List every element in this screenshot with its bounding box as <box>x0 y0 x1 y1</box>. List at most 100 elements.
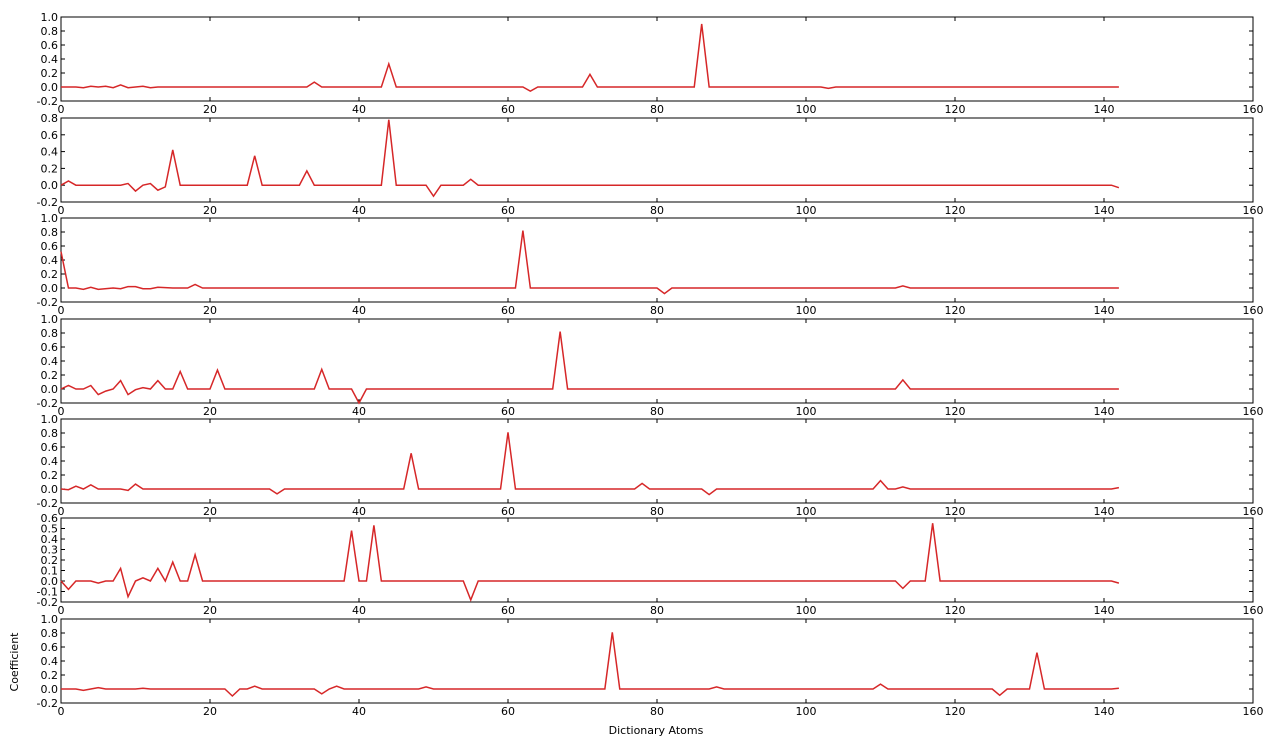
y-tick-label: 0.0 <box>41 81 59 94</box>
y-tick-label: 0.8 <box>41 327 59 340</box>
y-tick-label: 0.6 <box>41 129 59 142</box>
y-tick-label: -0.2 <box>37 397 58 410</box>
y-tick-label: -0.2 <box>37 697 58 710</box>
x-tick-label: 100 <box>796 304 817 317</box>
y-tick-label: 0.6 <box>41 441 59 454</box>
subplot-1: 0 20 40 60 80 100 120 140 160 1.00.80.60.40.20.0-… <box>37 11 1264 116</box>
y-tick-label: 0.8 <box>41 25 59 38</box>
x-tick-label: 20 <box>203 405 217 418</box>
y-tick-label: -0.2 <box>37 296 58 309</box>
x-tick-label: 120 <box>945 505 966 518</box>
x-tick-label: 40 <box>352 103 366 116</box>
x-tick-label: 40 <box>352 304 366 317</box>
x-tick-label: 140 <box>1094 204 1115 217</box>
y-tick-label: -0.2 <box>37 596 58 609</box>
y-tick-label: 0.0 <box>41 282 59 295</box>
y-tick-label: 0.4 <box>41 455 59 468</box>
x-tick-label: 120 <box>945 304 966 317</box>
x-tick-label: 80 <box>650 604 664 617</box>
subplot-6: 0 20 40 60 80 100 120 140 1600.60.50.40.30.20.10… <box>37 512 1264 617</box>
y-tick-label: 0.0 <box>41 383 59 396</box>
y-tick-label: 0.8 <box>41 112 59 125</box>
x-tick-label: 80 <box>650 505 664 518</box>
x-tick-label: 40 <box>352 604 366 617</box>
y-tick-label: 1.0 <box>41 613 59 626</box>
plot-area-frame <box>60 117 1254 203</box>
y-tick-label: 0.4 <box>41 655 59 668</box>
y-tick-label: 0.4 <box>41 53 59 66</box>
x-tick-label: 100 <box>796 103 817 116</box>
x-tick-label: 100 <box>796 604 817 617</box>
y-tick-label: 0.4 <box>41 254 59 267</box>
chart-figure: 0 20 40 60 80 100 120 140 1601.00.80.60.40.20.0-… <box>8 11 1264 737</box>
x-tick-label: 120 <box>945 405 966 418</box>
x-tick-label: 140 <box>1094 304 1115 317</box>
y-tick-label: 0.6 <box>41 39 59 52</box>
x-axis-label: Dictionary Atoms <box>609 724 704 737</box>
y-tick-label: 0.2 <box>41 268 59 281</box>
y-tick-label: 0.2 <box>41 469 59 482</box>
y-tick-label: 0.6 <box>41 641 59 654</box>
subplot-2: 0 20 40 60 80 100 120 140 160 0.8 0.6 0.4 0.2 0.0 -0.2 <box>37 112 1264 217</box>
x-tick-label: 80 <box>650 304 664 317</box>
x-tick-label: 20 <box>203 204 217 217</box>
x-tick-label: 20 <box>203 505 217 518</box>
y-tick-label: 0.8 <box>41 627 59 640</box>
y-tick-label: 0.8 <box>41 226 59 239</box>
y-tick-label: 1.0 <box>41 11 59 24</box>
x-tick-label: 120 <box>945 103 966 116</box>
x-tick-label: 140 <box>1094 604 1115 617</box>
plot-area-frame <box>60 517 1254 603</box>
x-tick-label: 0 <box>58 204 65 217</box>
subplot-7: 0 20 40 60 80 100 120 140 160 1.00.80.60.40.20.0-… <box>37 613 1264 718</box>
x-tick-label: 120 <box>945 204 966 217</box>
y-tick-label: 0.6 <box>41 341 59 354</box>
y-tick-label: 0.4 <box>41 146 59 159</box>
x-tick-label: 140 <box>1094 103 1115 116</box>
y-tick-label: -0.2 <box>37 95 58 108</box>
x-tick-label: 160 <box>1243 304 1264 317</box>
y-tick-label: 0.0 <box>41 179 59 192</box>
x-tick-label: 60 <box>501 505 515 518</box>
y-tick-label: 0.0 <box>41 483 59 496</box>
x-tick-label: 40 <box>352 505 366 518</box>
y-tick-label: 0.4 <box>41 355 59 368</box>
y-tick-label: 0.6 <box>41 240 59 253</box>
x-tick-label: 60 <box>501 304 515 317</box>
y-tick-label: 1.0 <box>41 212 59 225</box>
plot-area-frame <box>60 16 1254 102</box>
x-tick-label: 140 <box>1094 705 1115 718</box>
y-tick-label: 0.2 <box>41 369 59 382</box>
y-tick-label: 0.2 <box>41 669 59 682</box>
x-tick-label: 160 <box>1243 103 1264 116</box>
x-tick-label: 0 <box>58 705 65 718</box>
x-tick-label: 80 <box>650 405 664 418</box>
x-tick-label: 0 <box>58 505 65 518</box>
x-tick-label: 140 <box>1094 405 1115 418</box>
x-tick-label: 100 <box>796 705 817 718</box>
x-tick-label: 120 <box>945 604 966 617</box>
x-tick-label: 100 <box>796 204 817 217</box>
plot-area-frame <box>60 217 1254 303</box>
y-tick-label: 1.0 <box>41 313 59 326</box>
y-tick-label: 0.8 <box>41 427 59 440</box>
x-tick-label: 120 <box>945 705 966 718</box>
x-tick-label: 20 <box>203 604 217 617</box>
x-tick-label: 100 <box>796 505 817 518</box>
x-tick-label: 80 <box>650 204 664 217</box>
x-tick-label: 160 <box>1243 604 1264 617</box>
y-tick-label: 0.2 <box>41 67 59 80</box>
x-tick-label: 60 <box>501 103 515 116</box>
x-tick-label: 0 <box>58 405 65 418</box>
x-tick-label: 0 <box>58 103 65 116</box>
x-tick-label: 80 <box>650 705 664 718</box>
plot-area-frame <box>60 418 1254 504</box>
x-tick-label: 0 <box>58 304 65 317</box>
subplot-5: 0 20 40 60 80 100 120 140 160 1.00.80.60.40.20.0-… <box>37 413 1264 518</box>
x-tick-label: 0 <box>58 604 65 617</box>
x-tick-label: 40 <box>352 705 366 718</box>
x-tick-label: 140 <box>1094 505 1115 518</box>
x-tick-label: 20 <box>203 304 217 317</box>
y-tick-label: -0.2 <box>37 196 58 209</box>
y-tick-label: 0.2 <box>41 162 59 175</box>
